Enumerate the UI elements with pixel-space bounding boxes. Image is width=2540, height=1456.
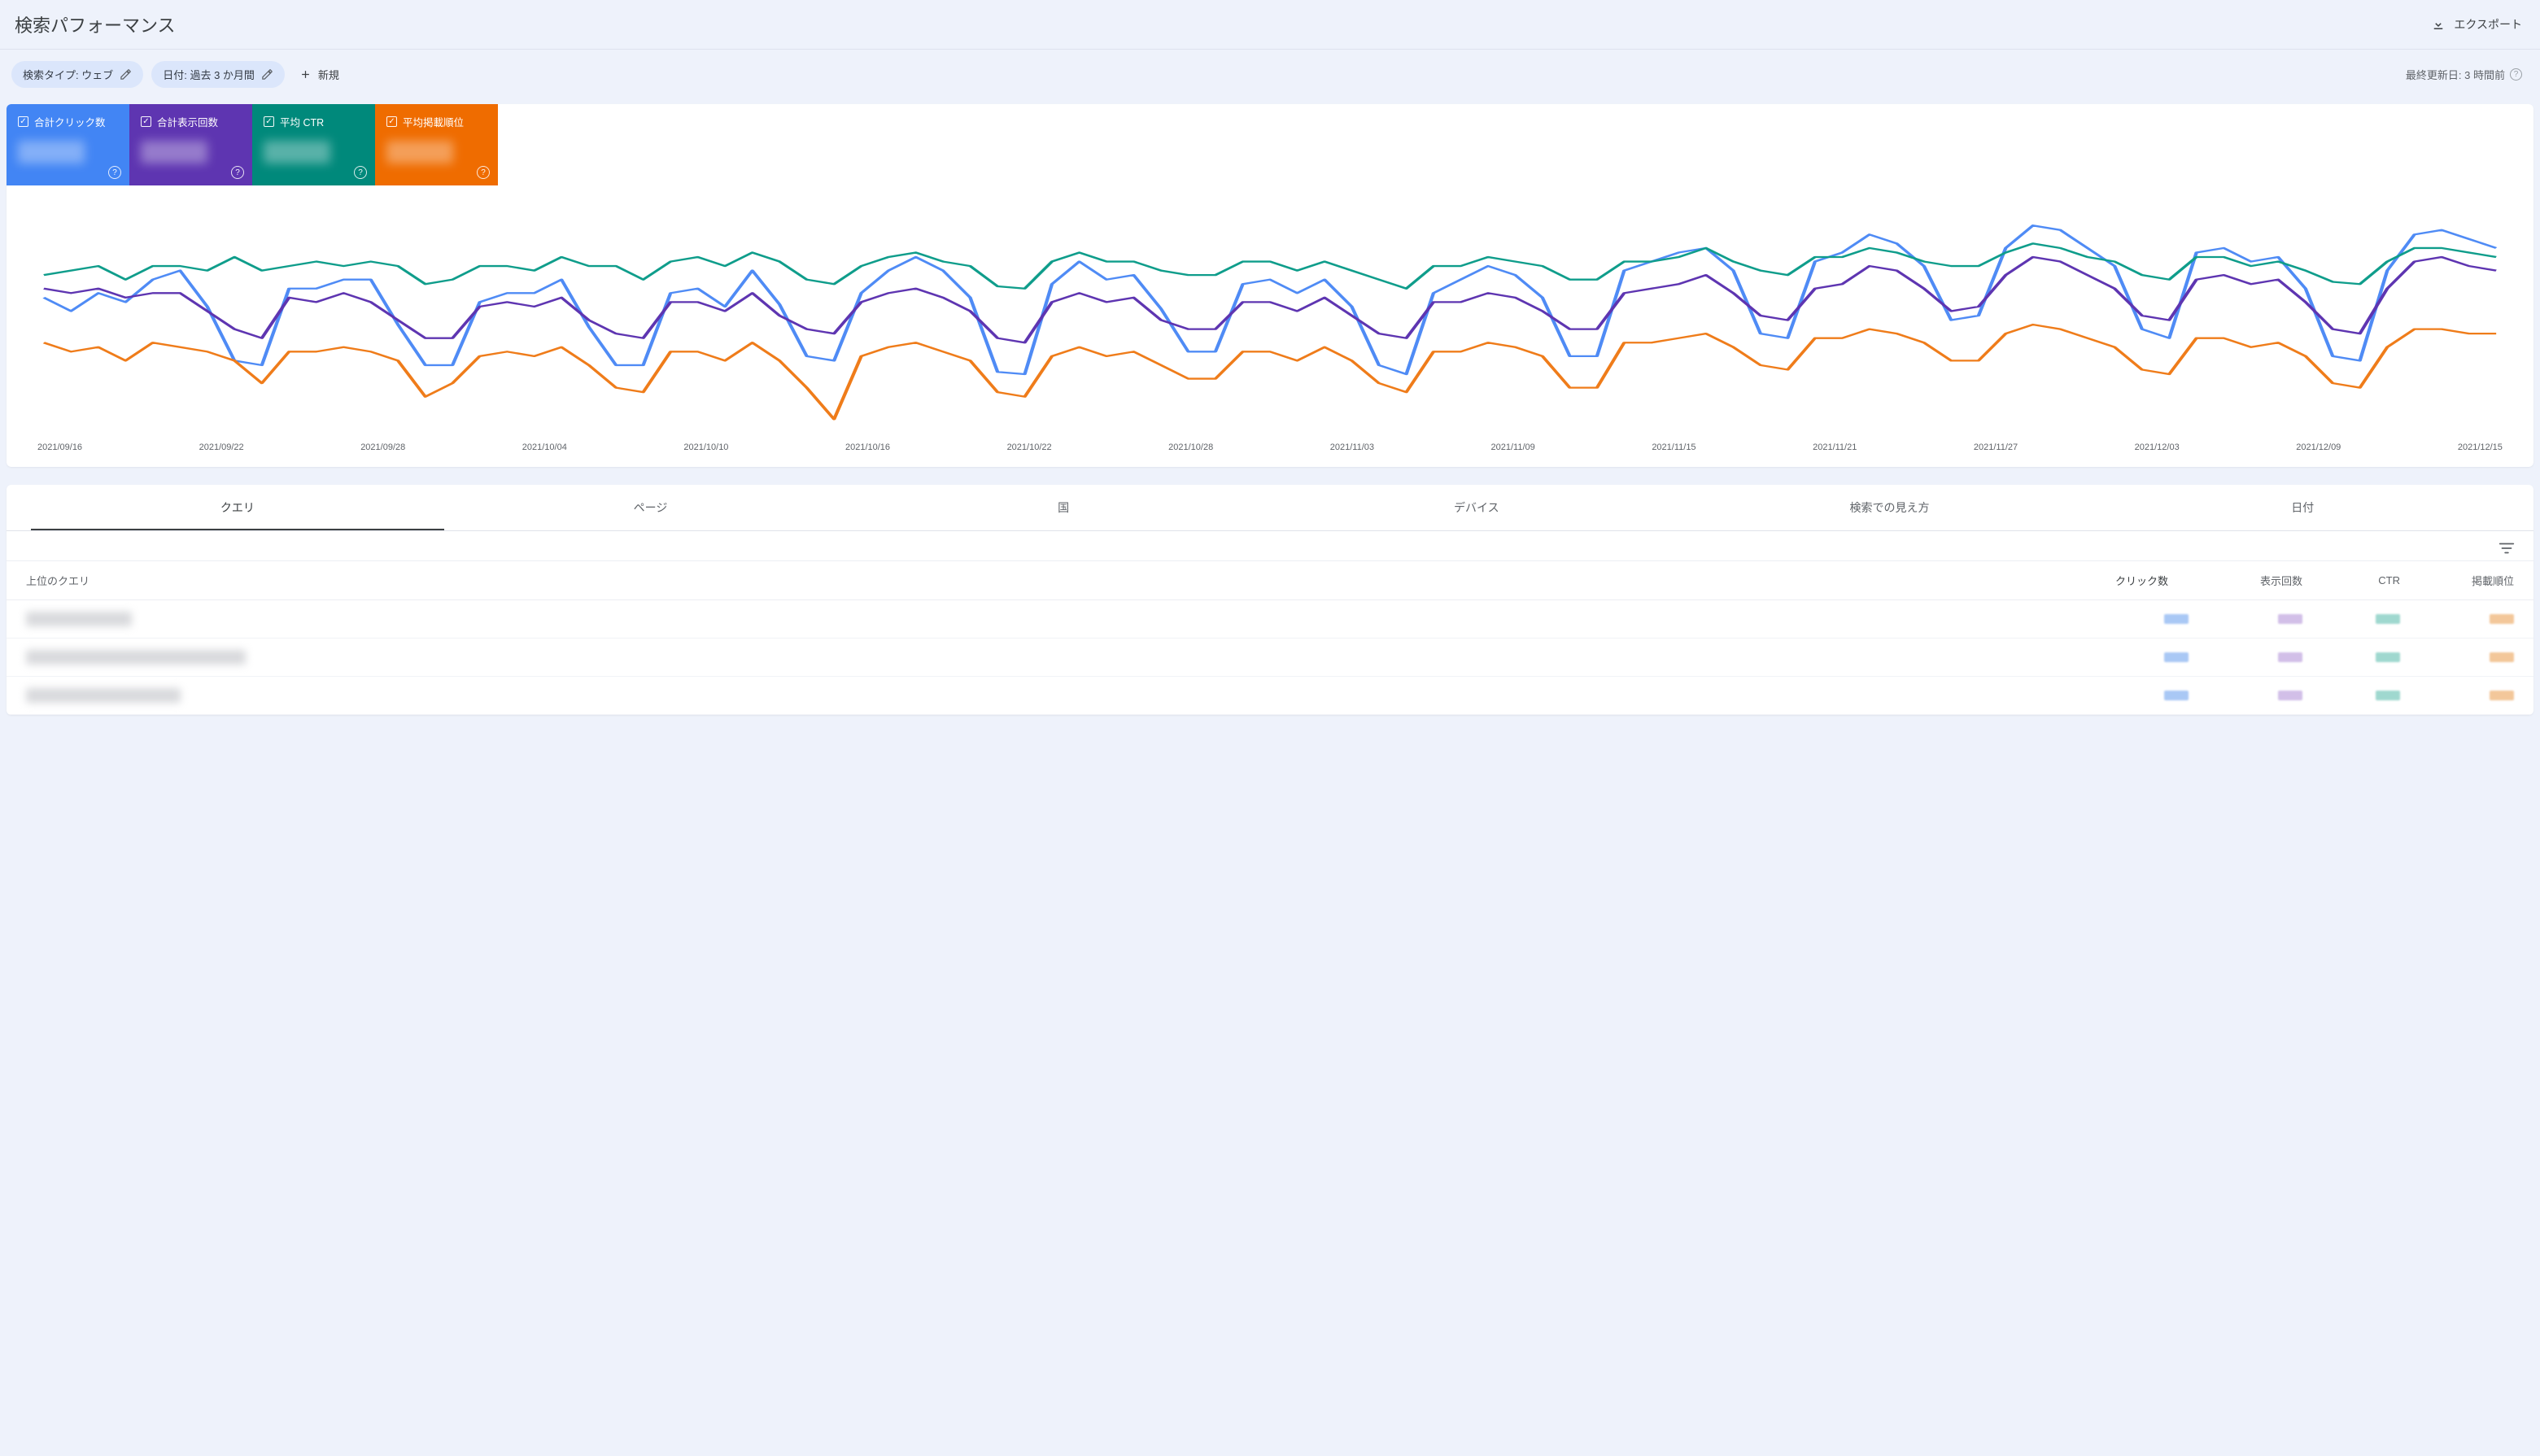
x-tick: 2021/11/27 (1974, 442, 2018, 452)
checkbox-icon (141, 116, 151, 127)
filter-bar: 検索タイプ: ウェブ 日付: 過去 3 か月間 新規 最終更新日: 3 時間前 … (0, 50, 2540, 99)
x-tick: 2021/10/22 (1007, 442, 1052, 452)
checkbox-icon (18, 116, 28, 127)
tile-ctr-value-redacted (264, 141, 330, 163)
x-tick: 2021/12/09 (2296, 442, 2341, 452)
x-tick: 2021/12/03 (2135, 442, 2180, 452)
tab-3[interactable]: デバイス (1270, 485, 1683, 530)
chart-series (44, 243, 2496, 288)
add-filter-button[interactable]: 新規 (293, 62, 346, 87)
x-tick: 2021/09/22 (199, 442, 244, 452)
checkbox-icon (264, 116, 274, 127)
x-tick: 2021/10/10 (683, 442, 728, 452)
table-toolbar (7, 531, 2533, 561)
col-query[interactable]: 上位のクエリ (26, 573, 2099, 588)
last-update-label: 最終更新日: 3 時間前 (2406, 67, 2505, 82)
x-tick: 2021/11/03 (1330, 442, 1374, 452)
filter-icon[interactable] (2498, 539, 2516, 557)
cell-value-redacted (2278, 691, 2302, 700)
query-text-redacted (26, 688, 181, 703)
filter-chips: 検索タイプ: ウェブ 日付: 過去 3 か月間 新規 (11, 61, 346, 88)
tile-clicks-label: 合計クリック数 (34, 114, 106, 129)
chart-card: 合計クリック数 ? 合計表示回数 ? 平均 CTR ? 平均掲載順位 ? 202… (7, 104, 2533, 467)
cell-value-redacted (2490, 614, 2514, 624)
help-icon[interactable]: ? (354, 166, 367, 179)
tab-4[interactable]: 検索での見え方 (1683, 485, 2097, 530)
x-tick: 2021/09/16 (37, 442, 82, 452)
table-row[interactable] (7, 639, 2533, 677)
checkbox-icon (386, 116, 397, 127)
export-button[interactable]: エクスポート (2431, 16, 2522, 33)
tile-impressions-label: 合計表示回数 (157, 114, 218, 129)
cell-value-redacted (2376, 614, 2400, 624)
help-icon[interactable]: ? (2510, 68, 2522, 81)
query-text-redacted (26, 650, 246, 665)
help-icon[interactable]: ? (477, 166, 490, 179)
chip-date-range-label: 日付: 過去 3 か月間 (163, 67, 255, 82)
tab-0[interactable]: クエリ (31, 485, 444, 530)
table-row[interactable] (7, 600, 2533, 639)
metric-tiles: 合計クリック数 ? 合計表示回数 ? 平均 CTR ? 平均掲載順位 ? (7, 104, 2533, 185)
page-header: 検索パフォーマンス エクスポート (0, 0, 2540, 50)
col-clicks-label: クリック数 (2115, 573, 2168, 588)
download-icon (2431, 17, 2446, 32)
chart-series (44, 325, 2496, 419)
last-update: 最終更新日: 3 時間前 ? (2406, 67, 2522, 82)
tile-position[interactable]: 平均掲載順位 ? (375, 104, 498, 185)
help-icon[interactable]: ? (108, 166, 121, 179)
pencil-icon (120, 68, 132, 81)
cell-value-redacted (2376, 691, 2400, 700)
col-ctr[interactable]: CTR (2302, 574, 2400, 586)
table-card: クエリページ国デバイス検索での見え方日付 上位のクエリ クリック数 表示回数 C… (7, 485, 2533, 715)
pencil-icon (261, 68, 273, 81)
table-row[interactable] (7, 677, 2533, 715)
cell-value-redacted (2376, 652, 2400, 662)
x-tick: 2021/11/09 (1491, 442, 1535, 452)
cell-value-redacted (2164, 691, 2189, 700)
x-tick: 2021/10/16 (845, 442, 890, 452)
chip-date-range[interactable]: 日付: 過去 3 か月間 (151, 61, 285, 88)
tile-position-value-redacted (386, 141, 453, 163)
performance-chart (26, 194, 2514, 438)
tile-position-label: 平均掲載順位 (403, 114, 464, 129)
page-title: 検索パフォーマンス (15, 11, 176, 37)
col-position[interactable]: 掲載順位 (2400, 573, 2514, 588)
tile-ctr[interactable]: 平均 CTR ? (252, 104, 375, 185)
x-tick: 2021/09/28 (360, 442, 405, 452)
query-text-redacted (26, 612, 132, 626)
tile-clicks-value-redacted (18, 141, 85, 163)
tab-2[interactable]: 国 (857, 485, 1270, 530)
tile-clicks[interactable]: 合計クリック数 ? (7, 104, 129, 185)
dimension-tabs: クエリページ国デバイス検索での見え方日付 (7, 485, 2533, 531)
cell-value-redacted (2278, 614, 2302, 624)
cell-value-redacted (2164, 652, 2189, 662)
cell-value-redacted (2278, 652, 2302, 662)
chart-x-ticks: 2021/09/16 2021/09/22 2021/09/28 2021/10/04… (26, 442, 2514, 452)
tab-1[interactable]: ページ (444, 485, 858, 530)
x-tick: 2021/10/28 (1168, 442, 1213, 452)
cell-value-redacted (2490, 652, 2514, 662)
table-header: 上位のクエリ クリック数 表示回数 CTR 掲載順位 (7, 561, 2533, 600)
export-label: エクスポート (2454, 16, 2522, 33)
tab-5[interactable]: 日付 (2096, 485, 2509, 530)
chart-area: 2021/09/16 2021/09/22 2021/09/28 2021/10/04… (7, 185, 2533, 467)
col-impressions[interactable]: 表示回数 (2189, 573, 2302, 588)
table-body (7, 600, 2533, 715)
cell-value-redacted (2164, 614, 2189, 624)
add-filter-label: 新規 (318, 67, 339, 82)
tile-ctr-label: 平均 CTR (280, 114, 324, 129)
tile-impressions-value-redacted (141, 141, 207, 163)
chip-search-type[interactable]: 検索タイプ: ウェブ (11, 61, 143, 88)
plus-icon (299, 68, 312, 81)
help-icon[interactable]: ? (231, 166, 244, 179)
x-tick: 2021/11/15 (1652, 442, 1696, 452)
x-tick: 2021/12/15 (2458, 442, 2503, 452)
chip-search-type-label: 検索タイプ: ウェブ (23, 67, 113, 82)
cell-value-redacted (2490, 691, 2514, 700)
col-clicks[interactable]: クリック数 (2099, 573, 2189, 588)
x-tick: 2021/11/21 (1813, 442, 1857, 452)
x-tick: 2021/10/04 (522, 442, 567, 452)
sort-desc-icon (2099, 575, 2110, 586)
tile-impressions[interactable]: 合計表示回数 ? (129, 104, 252, 185)
